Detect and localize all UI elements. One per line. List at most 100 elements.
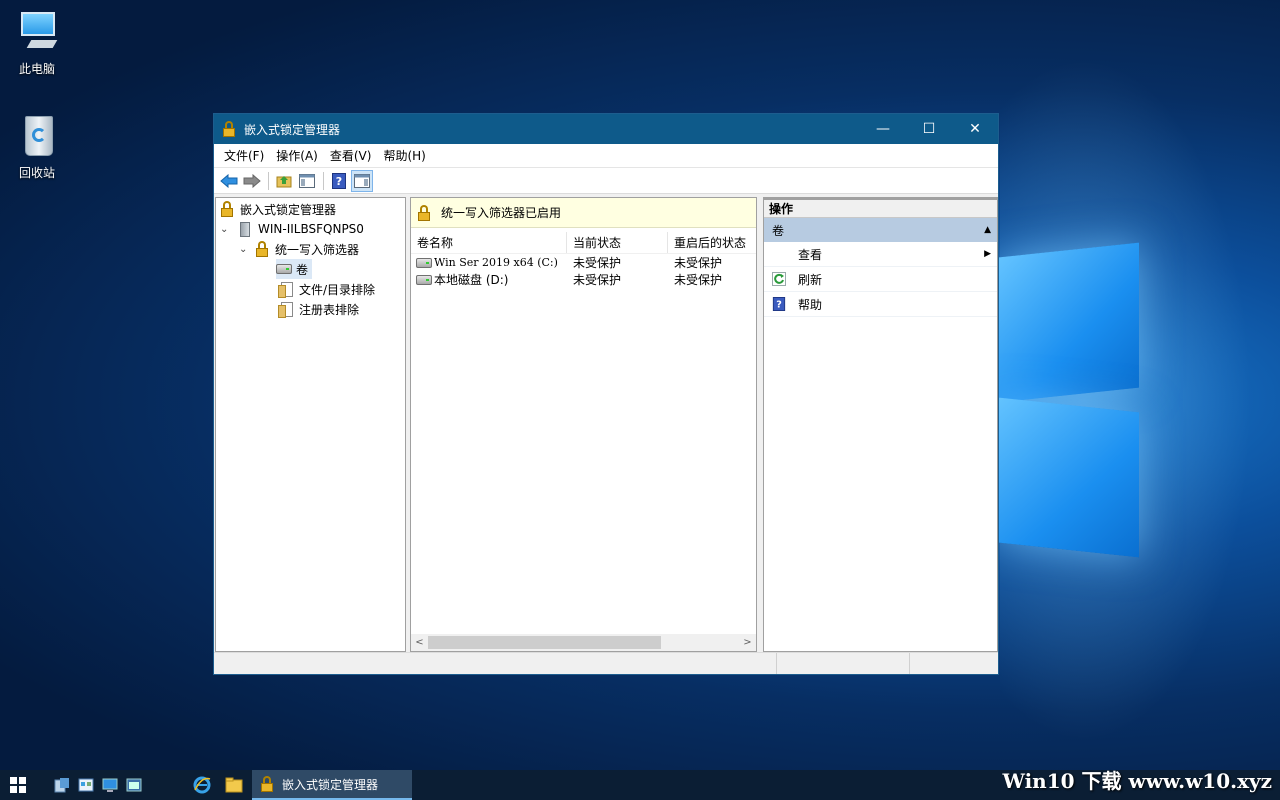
list-header: 卷名称 当前状态 重启后的状态: [411, 232, 756, 254]
console-tree: 嵌入式锁定管理器 ⌄ WIN-IILBSFQNPS0 ⌄ 统一写入筛选器 卷 文…: [215, 197, 406, 652]
action-view[interactable]: 查看 ▶: [764, 242, 997, 267]
desktop-icon-this-pc[interactable]: 此电脑: [2, 10, 72, 77]
state-after-restart: 未受保护: [674, 273, 723, 287]
svg-text:?: ?: [336, 175, 342, 188]
help-button[interactable]: ?: [328, 170, 350, 192]
chevron-down-icon[interactable]: ⌄: [220, 224, 232, 235]
tree-item-root[interactable]: 嵌入式锁定管理器: [220, 199, 336, 219]
tree-item-file-exclusions[interactable]: 文件/目录排除: [278, 279, 376, 299]
scroll-left-icon[interactable]: <: [411, 637, 428, 648]
computer-tower-icon: [240, 221, 250, 237]
column-header-volume-name[interactable]: 卷名称: [411, 232, 567, 253]
status-banner: 统一写入筛选器已启用: [411, 198, 756, 228]
back-arrow-icon: [220, 173, 238, 188]
menu-action[interactable]: 操作(A): [270, 147, 324, 164]
submenu-arrow-icon: ▶: [984, 249, 991, 259]
actions-pane: 操作 卷 ▲ 查看 ▶ 刷新 ? 帮助: [763, 197, 998, 652]
collapse-up-icon[interactable]: ▲: [984, 225, 991, 235]
taskbar-server-manager[interactable]: [50, 770, 74, 800]
volume-name: 本地磁盘 (D:): [434, 273, 509, 287]
menu-file[interactable]: 文件(F): [218, 147, 270, 164]
blank-icon: [772, 247, 786, 261]
show-hide-action-pane-button[interactable]: [351, 169, 373, 192]
embedded-lockdown-manager-window: 嵌入式锁定管理器 — ☐ ✕ 文件(F) 操作(A) 查看(V) 帮助(H) ?: [213, 113, 999, 675]
taskbar-internet-explorer[interactable]: [186, 770, 218, 800]
action-refresh[interactable]: 刷新: [764, 267, 997, 292]
desktop-icon-label: 回收站: [18, 166, 55, 180]
svg-text:?: ?: [776, 300, 782, 311]
toolbar-separator: [268, 171, 269, 190]
title-bar[interactable]: 嵌入式锁定管理器 — ☐ ✕: [214, 114, 998, 144]
window-app-icon: [126, 778, 142, 792]
control-panel-icon: [78, 778, 94, 792]
lock-icon: [220, 201, 236, 217]
file-explorer-icon: [225, 777, 243, 793]
taskbar-app[interactable]: [122, 770, 146, 800]
show-hide-console-tree-button[interactable]: [296, 170, 318, 192]
menu-view[interactable]: 查看(V): [324, 147, 378, 164]
chevron-down-icon[interactable]: ⌄: [239, 244, 251, 255]
help-icon: ?: [332, 172, 346, 189]
tree-item-computer[interactable]: ⌄ WIN-IILBSFQNPS0: [220, 219, 364, 239]
server-manager-icon: [54, 778, 69, 793]
task-label: 嵌入式锁定管理器: [282, 777, 379, 792]
scroll-thumb[interactable]: [428, 636, 662, 649]
computer-icon: [15, 10, 59, 54]
horizontal-scrollbar[interactable]: < >: [411, 634, 756, 651]
action-label: 查看: [798, 247, 823, 262]
taskbar-control-panel[interactable]: [74, 770, 98, 800]
watermark: Win10 下载 www.w10.xyz: [1002, 769, 1272, 793]
drive-icon: [416, 274, 432, 285]
pane-container: 嵌入式锁定管理器 ⌄ WIN-IILBSFQNPS0 ⌄ 统一写入筛选器 卷 文…: [214, 195, 998, 652]
close-button[interactable]: ✕: [952, 114, 998, 144]
drive-icon: [416, 257, 432, 268]
status-segment: [214, 653, 777, 674]
taskbar-desktop[interactable]: [98, 770, 122, 800]
results-pane: 统一写入筛选器已启用 卷名称 当前状态 重启后的状态 Win Ser 2019 …: [410, 197, 757, 652]
list-item[interactable]: Win Ser 2019 x64 (C:) 未受保护 未受保护: [411, 254, 756, 271]
windows-start-icon: [10, 777, 26, 793]
recycle-bin-icon: [15, 114, 59, 158]
column-header-state-after-restart[interactable]: 重启后的状态: [668, 232, 756, 253]
column-header-current-state[interactable]: 当前状态: [567, 232, 668, 253]
tree-item-unified-write-filter[interactable]: ⌄ 统一写入筛选器: [239, 239, 359, 259]
tree-item-label: 文件/目录排除: [299, 282, 376, 297]
internet-explorer-icon: [193, 776, 211, 794]
actions-header: 操作: [764, 198, 997, 218]
lock-filter-icon: [255, 241, 271, 257]
volume-name: Win Ser 2019 x64 (C:): [434, 256, 558, 269]
help-icon: ?: [772, 297, 786, 311]
back-button[interactable]: [218, 170, 240, 192]
maximize-button[interactable]: ☐: [906, 114, 952, 144]
tree-item-label: 注册表排除: [299, 302, 360, 317]
status-bar: [214, 652, 998, 674]
taskbar-task-embedded-lockdown-manager[interactable]: 嵌入式锁定管理器: [252, 770, 412, 800]
toolbar: ?: [214, 168, 998, 194]
refresh-icon: [772, 272, 786, 286]
desktop-icon-recycle-bin[interactable]: 回收站: [2, 114, 72, 181]
scroll-right-icon[interactable]: >: [739, 637, 756, 648]
list-item[interactable]: 本地磁盘 (D:) 未受保护 未受保护: [411, 271, 756, 288]
file-exclusion-icon: [278, 281, 295, 298]
action-help[interactable]: ? 帮助: [764, 292, 997, 317]
start-button[interactable]: [0, 770, 36, 800]
actions-section-volumes[interactable]: 卷 ▲: [764, 218, 997, 242]
tree-item-label: WIN-IILBSFQNPS0: [258, 222, 364, 236]
tree-item-registry-exclusions[interactable]: 注册表排除: [278, 299, 360, 319]
toolbar-separator: [323, 171, 324, 190]
tree-item-label: 卷: [296, 262, 309, 277]
banner-text: 统一写入筛选器已启用: [441, 206, 562, 220]
registry-exclusion-icon: [278, 301, 295, 318]
status-segment: [777, 653, 910, 674]
up-one-level-button[interactable]: [273, 170, 295, 192]
desktop-icon-label: 此电脑: [18, 62, 55, 76]
taskbar-file-explorer[interactable]: [218, 770, 250, 800]
lock-icon: [260, 776, 274, 792]
forward-button[interactable]: [241, 170, 263, 192]
menu-help[interactable]: 帮助(H): [377, 147, 431, 164]
window-title: 嵌入式锁定管理器: [244, 122, 341, 137]
minimize-button[interactable]: —: [860, 114, 906, 144]
tree-item-volumes[interactable]: 卷: [276, 259, 313, 279]
scroll-track[interactable]: [428, 634, 739, 651]
lock-icon: [222, 121, 238, 137]
